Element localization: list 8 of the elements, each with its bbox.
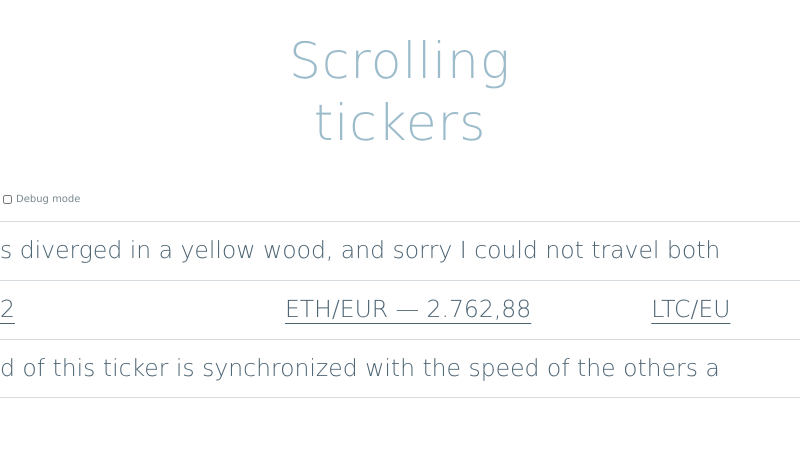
debug-label[interactable]: Debug mode — [16, 192, 80, 206]
ticker-text: s diverged in a yellow wood, and sorry I could not travel both — [0, 235, 720, 266]
ticker-text: d of this ticker is synchronized with the speed of the others a — [0, 352, 720, 384]
ticker-link[interactable]: 2 — [0, 292, 15, 328]
page-title: Scrolling tickers — [288, 31, 512, 154]
ticker-link[interactable]: ETH/EUR — 2.762,88 — [284, 292, 532, 328]
debug-checkbox[interactable] — [3, 194, 12, 204]
ticker-link[interactable]: LTC/EU — [651, 292, 730, 328]
